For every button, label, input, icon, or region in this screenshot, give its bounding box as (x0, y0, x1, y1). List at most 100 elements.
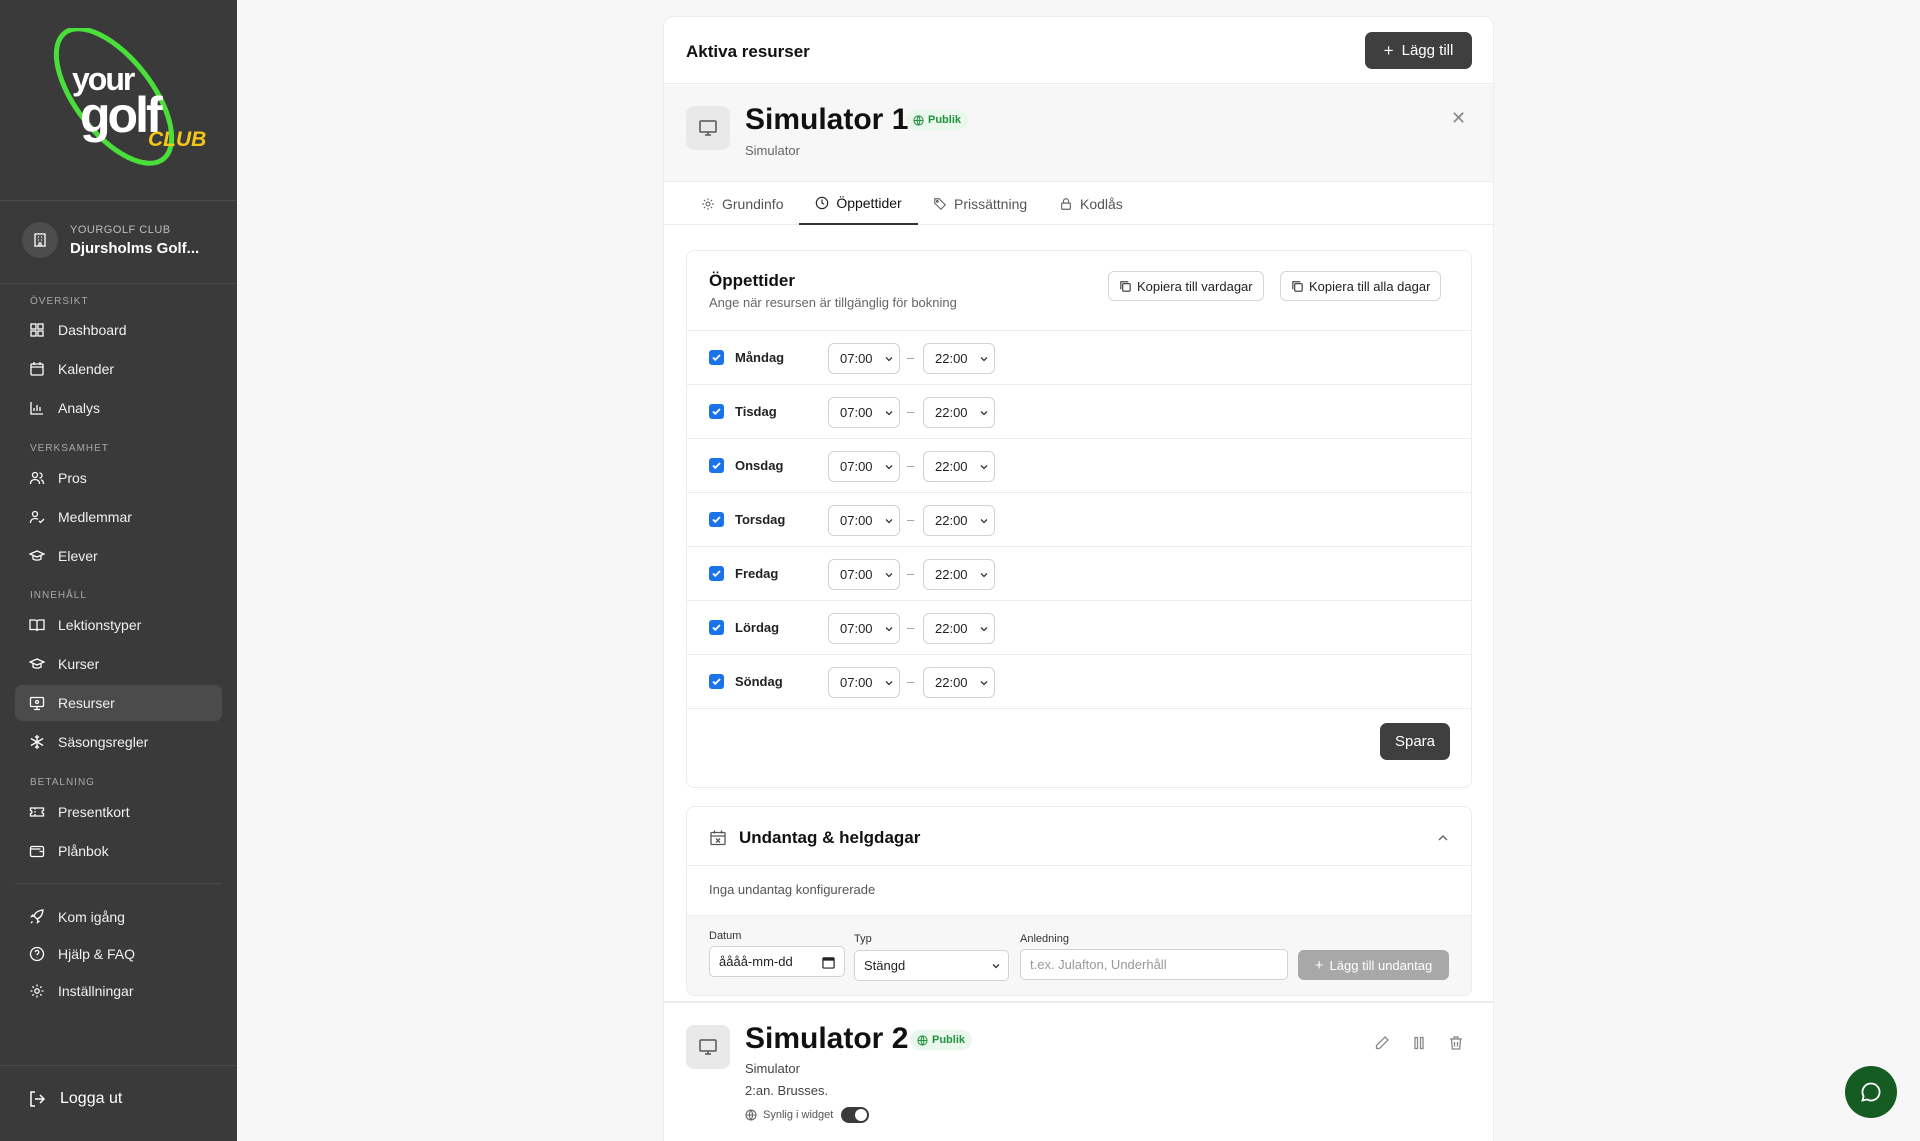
day-enabled-checkbox[interactable] (709, 674, 724, 689)
time-separator: – (907, 458, 915, 473)
open-time-value: 07:00 (840, 621, 873, 636)
yourgolf-club-logo[interactable]: your golf CLUB (36, 28, 206, 168)
sidebar-item-label: Kalender (58, 361, 115, 377)
widget-visibility-toggle[interactable] (841, 1107, 870, 1123)
day-row: Lördag 07:00 – 22:00 (687, 600, 1471, 654)
chevron-down-icon (980, 357, 988, 362)
hours-title: Öppettider (709, 271, 795, 290)
chat-button[interactable] (1845, 1066, 1897, 1118)
help-icon (29, 946, 45, 962)
close-time-select[interactable]: 22:00 (923, 397, 995, 428)
day-enabled-checkbox[interactable] (709, 350, 724, 365)
close-time-select[interactable]: 22:00 (923, 613, 995, 644)
monitor-icon (686, 1025, 730, 1069)
day-enabled-checkbox[interactable] (709, 458, 724, 473)
sidebar-item-label: Presentkort (58, 804, 130, 820)
open-time-select[interactable]: 07:00 (828, 559, 900, 590)
calendar-icon[interactable] (822, 956, 835, 969)
close-time-select[interactable]: 22:00 (923, 505, 995, 536)
close-time-value: 22:00 (935, 621, 968, 636)
day-name: Fredag (735, 566, 779, 581)
close-time-select[interactable]: 22:00 (923, 451, 995, 482)
add-exception-form: Datum åååå-mm-dd Typ Stängd Anledning t.… (687, 915, 1471, 995)
date-placeholder: åååå-mm-dd (719, 954, 793, 969)
sidebar-item-pros[interactable]: Pros (15, 460, 222, 496)
sidebar-item-kurser[interactable]: Kurser (15, 646, 222, 682)
sidebar-item-label: Kurser (58, 656, 100, 672)
graduation-cap-icon (29, 550, 45, 561)
sidebar-item-elever[interactable]: Elever (15, 538, 222, 574)
open-time-select[interactable]: 07:00 (828, 667, 900, 698)
sidebar-item-installningar[interactable]: Inställningar (15, 973, 222, 1009)
sidebar-item-kalender[interactable]: Kalender (15, 351, 222, 387)
tab-label: Kodlås (1080, 195, 1123, 212)
section-label-oversikt: ÖVERSIKT (30, 296, 89, 307)
close-time-value: 22:00 (935, 405, 968, 420)
time-separator: – (907, 674, 915, 689)
monitor-icon (686, 106, 730, 150)
club-switcher[interactable]: YOURGOLF CLUB Djursholms Golf... (22, 218, 222, 268)
user-check-icon (29, 510, 45, 524)
logout-icon (30, 1091, 46, 1107)
chevron-down-icon (992, 964, 1000, 969)
logout-button[interactable]: Logga ut (28, 1090, 122, 1108)
sidebar-item-lektionstyper[interactable]: Lektionstyper (15, 607, 222, 643)
close-icon[interactable]: ✕ (1451, 108, 1466, 129)
chevron-down-icon (980, 465, 988, 470)
sidebar-item-kom-igang[interactable]: Kom igång (15, 899, 222, 935)
tab-oppettider[interactable]: Öppettider (799, 182, 918, 225)
sidebar-item-label: Lektionstyper (58, 617, 142, 633)
tab-prissattning[interactable]: Prissättning (933, 182, 1027, 225)
sidebar-item-hjalp[interactable]: Hjälp & FAQ (15, 936, 222, 972)
gear-icon (702, 197, 714, 210)
sidebar-item-presentkort[interactable]: Presentkort (15, 794, 222, 830)
add-exception-button[interactable]: + Lägg till undantag (1298, 950, 1449, 980)
edit-icon[interactable] (1373, 1034, 1391, 1052)
snowflake-icon (30, 735, 44, 749)
trash-icon[interactable] (1447, 1034, 1465, 1052)
exceptions-empty-state: Inga undantag konfigurerade (687, 865, 1471, 915)
open-time-select[interactable]: 07:00 (828, 397, 900, 428)
copy-weekdays-button[interactable]: Kopiera till vardagar (1108, 271, 1264, 301)
close-time-select[interactable]: 22:00 (923, 559, 995, 590)
sidebar-item-sasongsregler[interactable]: Säsongsregler (15, 724, 222, 760)
hours-footer: Spara (687, 708, 1471, 788)
day-row: Tisdag 07:00 – 22:00 (687, 384, 1471, 438)
sidebar-item-analys[interactable]: Analys (15, 390, 222, 426)
close-time-select[interactable]: 22:00 (923, 667, 995, 698)
divider (0, 200, 237, 201)
save-button[interactable]: Spara (1380, 723, 1450, 760)
chevron-up-icon[interactable] (1437, 832, 1449, 844)
date-label: Datum (709, 930, 742, 942)
widget-label: Synlig i widget (763, 1109, 834, 1121)
day-enabled-checkbox[interactable] (709, 566, 724, 581)
club-name: Djursholms Golf... (70, 240, 200, 257)
close-time-value: 22:00 (935, 351, 968, 366)
tab-kodlas[interactable]: Kodlås (1059, 182, 1123, 225)
close-time-select[interactable]: 22:00 (923, 343, 995, 374)
open-time-select[interactable]: 07:00 (828, 343, 900, 374)
close-time-value: 22:00 (935, 459, 968, 474)
sidebar-item-medlemmar[interactable]: Medlemmar (15, 499, 222, 535)
day-enabled-checkbox[interactable] (709, 620, 724, 635)
open-time-select[interactable]: 07:00 (828, 451, 900, 482)
exceptions-panel: Undantag & helgdagar Inga undantag konfi… (686, 806, 1472, 996)
type-value: Stängd (864, 958, 906, 973)
tab-label: Grundinfo (722, 195, 784, 212)
date-input[interactable]: åååå-mm-dd (709, 946, 845, 977)
type-select[interactable]: Stängd (854, 950, 1009, 981)
resource-2-name: Simulator 2 (745, 1022, 909, 1055)
open-time-select[interactable]: 07:00 (828, 613, 900, 644)
open-time-select[interactable]: 07:00 (828, 505, 900, 536)
day-enabled-checkbox[interactable] (709, 512, 724, 527)
pause-icon[interactable] (1410, 1034, 1428, 1052)
reason-input[interactable]: t.ex. Julafton, Underhåll (1020, 949, 1288, 980)
sidebar-item-resurser[interactable]: Resurser (15, 685, 222, 721)
add-resource-button[interactable]: + Lägg till (1365, 32, 1472, 69)
copy-all-days-button[interactable]: Kopiera till alla dagar (1280, 271, 1442, 301)
chevron-down-icon (885, 411, 893, 416)
tab-grundinfo[interactable]: Grundinfo (701, 182, 783, 225)
sidebar-item-planbok[interactable]: Plånbok (15, 833, 222, 869)
day-enabled-checkbox[interactable] (709, 404, 724, 419)
sidebar-item-dashboard[interactable]: Dashboard (15, 312, 222, 348)
